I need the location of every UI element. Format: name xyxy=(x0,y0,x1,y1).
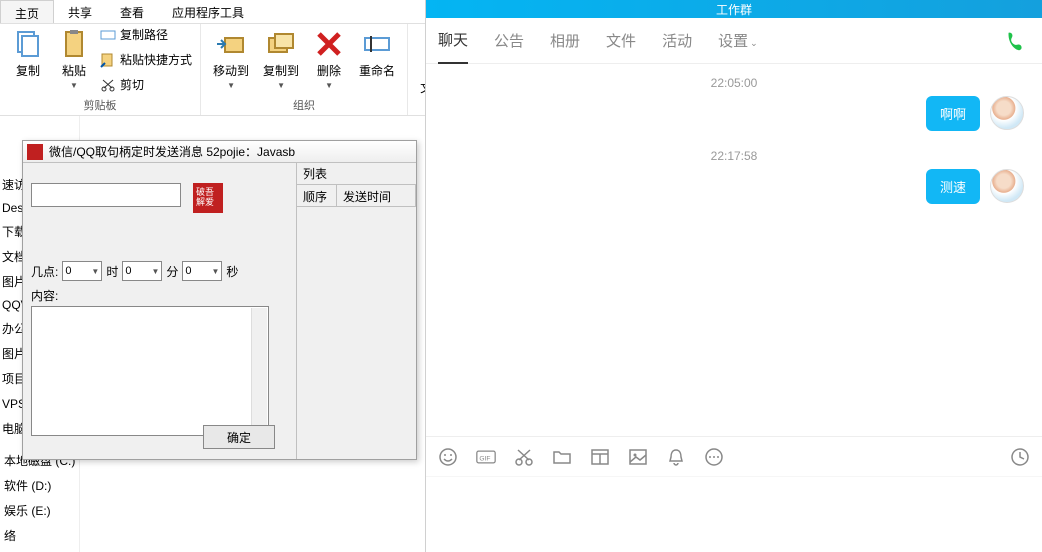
cut-label: 剪切 xyxy=(120,76,144,93)
chat-input-area[interactable] xyxy=(426,476,1042,552)
message-time: 22:05:00 xyxy=(444,76,1024,90)
chevron-down-icon: ▼ xyxy=(91,267,101,276)
scissors-icon xyxy=(100,77,116,93)
target-input[interactable] xyxy=(31,183,181,207)
gif-icon[interactable]: GIF xyxy=(476,447,496,467)
drive-item[interactable]: 软件 (D:) xyxy=(0,473,79,498)
scheduler-dialog: 微信/QQ取句柄定时发送消息 52pojie：Javasb 破吾解爱 几点: 0… xyxy=(22,140,417,460)
chat-tab-files[interactable]: 文件 xyxy=(606,18,636,63)
avatar[interactable] xyxy=(990,169,1024,203)
chevron-down-icon: ▼ xyxy=(227,81,235,90)
more-icon[interactable] xyxy=(704,447,724,467)
drive-item[interactable]: 娱乐 (E:) xyxy=(0,498,79,523)
col-send-time[interactable]: 发送时间 xyxy=(337,185,416,206)
call-icon[interactable] xyxy=(1004,30,1026,52)
dialog-titlebar[interactable]: 微信/QQ取句柄定时发送消息 52pojie：Javasb xyxy=(23,141,416,163)
message-time: 22:17:58 xyxy=(444,149,1024,163)
rename-button[interactable]: 重命名 xyxy=(355,26,399,81)
chevron-down-icon: ▼ xyxy=(277,81,285,90)
paste-icon xyxy=(58,28,90,60)
history-icon[interactable] xyxy=(1010,447,1030,467)
delete-icon xyxy=(313,28,345,60)
second-input[interactable]: 0▼ xyxy=(182,261,222,281)
hour-input[interactable]: 0▼ xyxy=(62,261,102,281)
chat-tabs: 聊天 公告 相册 文件 活动 设置⌄ xyxy=(426,18,1042,64)
message-row: 测速 xyxy=(444,169,1024,204)
chat-tab-album[interactable]: 相册 xyxy=(550,18,580,63)
copy-path-label: 复制路径 xyxy=(120,26,168,43)
minute-input[interactable]: 0▼ xyxy=(122,261,162,281)
confirm-button[interactable]: 确定 xyxy=(203,425,275,449)
second-unit: 秒 xyxy=(226,263,238,280)
ribbon-group-organize: 移动到 ▼ 复制到 ▼ 删除 ▼ 重命名 组织 xyxy=(201,24,408,115)
folder-icon[interactable] xyxy=(552,447,572,467)
chat-tab-notice[interactable]: 公告 xyxy=(494,18,524,63)
copy-icon xyxy=(12,28,44,60)
copy-to-button[interactable]: 复制到 ▼ xyxy=(259,26,303,92)
chat-body: 22:05:00 啊啊 22:17:58 测速 xyxy=(426,64,1042,436)
copy-button[interactable]: 复制 xyxy=(8,26,48,81)
group-organize-label: 组织 xyxy=(209,97,399,115)
content-label: 内容: xyxy=(31,287,288,304)
group-clipboard-label: 剪贴板 xyxy=(8,97,192,115)
copy-path-button[interactable]: 复制路径 xyxy=(100,26,192,43)
chevron-down-icon: ▼ xyxy=(211,267,221,276)
paste-shortcut-label: 粘贴快捷方式 xyxy=(120,51,192,68)
list-title: 列表 xyxy=(297,163,416,185)
move-to-icon xyxy=(215,28,247,60)
chat-banner: 工作群 xyxy=(426,0,1042,18)
rename-label: 重命名 xyxy=(359,62,395,79)
scissors-icon[interactable] xyxy=(514,447,534,467)
app-icon xyxy=(27,144,43,160)
copy-to-icon xyxy=(265,28,297,60)
dialog-title: 微信/QQ取句柄定时发送消息 52pojie：Javasb xyxy=(49,143,295,160)
chat-toolbar: GIF xyxy=(426,436,1042,476)
col-order[interactable]: 顺序 xyxy=(297,185,337,206)
chevron-down-icon: ▼ xyxy=(70,81,78,90)
delete-button[interactable]: 删除 ▼ xyxy=(309,26,349,92)
window-icon[interactable] xyxy=(590,447,610,467)
path-icon xyxy=(100,27,116,43)
rename-icon xyxy=(361,28,393,60)
ribbon-group-clipboard: 复制 粘贴 ▼ 复制路径 粘贴快捷方式 剪切 xyxy=(0,24,201,115)
chat-tab-chat[interactable]: 聊天 xyxy=(438,17,468,64)
svg-text:GIF: GIF xyxy=(479,455,490,462)
paste-label: 粘贴 xyxy=(62,62,86,79)
ribbon-tab-app-tools[interactable]: 应用程序工具 xyxy=(158,0,258,23)
copy-label: 复制 xyxy=(16,62,40,79)
message-row: 啊啊 xyxy=(444,96,1024,131)
bell-icon[interactable] xyxy=(666,447,686,467)
shortcut-icon xyxy=(100,52,116,68)
avatar[interactable] xyxy=(990,96,1024,130)
drive-list: 本地磁盘 (C:) 软件 (D:) 娱乐 (E:) 络 xyxy=(0,448,79,548)
time-label: 几点: xyxy=(31,263,58,280)
message-bubble: 测速 xyxy=(926,169,980,204)
image-icon[interactable] xyxy=(628,447,648,467)
chat-tab-settings[interactable]: 设置⌄ xyxy=(718,18,758,63)
copy-to-label: 复制到 xyxy=(263,62,299,79)
paste-button[interactable]: 粘贴 ▼ xyxy=(54,26,94,92)
delete-label: 删除 xyxy=(317,62,341,79)
chevron-down-icon: ⌄ xyxy=(750,38,758,48)
emoji-icon[interactable] xyxy=(438,447,458,467)
hour-unit: 时 xyxy=(106,263,118,280)
chevron-down-icon: ▼ xyxy=(151,267,161,276)
ribbon-tab-view[interactable]: 查看 xyxy=(106,0,158,23)
move-to-label: 移动到 xyxy=(213,62,249,79)
minute-unit: 分 xyxy=(166,263,178,280)
paste-shortcut-button[interactable]: 粘贴快捷方式 xyxy=(100,51,192,68)
ribbon-tab-share[interactable]: 共享 xyxy=(54,0,106,23)
chevron-down-icon: ▼ xyxy=(325,81,333,90)
content-textarea[interactable] xyxy=(31,306,269,436)
chat-panel: 工作群 聊天 公告 相册 文件 活动 设置⌄ 22:05:00 啊啊 22:17… xyxy=(425,0,1042,552)
drive-item[interactable]: 络 xyxy=(0,523,79,548)
scrollbar[interactable] xyxy=(251,308,267,434)
chat-tab-activity[interactable]: 活动 xyxy=(662,18,692,63)
message-bubble: 啊啊 xyxy=(926,96,980,131)
ribbon-tab-home[interactable]: 主页 xyxy=(0,0,54,23)
logo-badge: 破吾解爱 xyxy=(193,183,223,213)
cut-button[interactable]: 剪切 xyxy=(100,76,192,93)
move-to-button[interactable]: 移动到 ▼ xyxy=(209,26,253,92)
